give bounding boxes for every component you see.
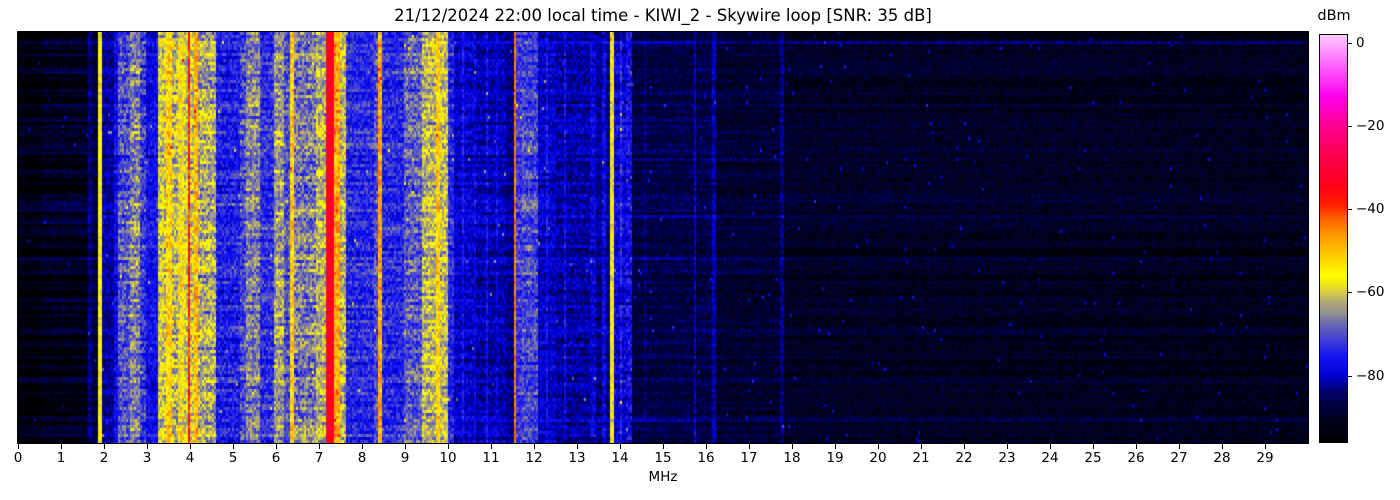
x-tick-label: 6 (271, 450, 281, 466)
waterfall-heatmap-canvas (17, 31, 1309, 444)
x-tick-label: 22 (955, 450, 973, 466)
x-tick-mark (964, 444, 965, 449)
x-tick-mark (749, 444, 750, 449)
x-tick-label: 23 (998, 450, 1016, 466)
x-tick-label: 25 (1084, 450, 1102, 466)
chart-title: 21/12/2024 22:00 local time - KIWI_2 - S… (394, 6, 932, 25)
x-tick-mark (104, 444, 105, 449)
colorbar-tick-label: −40 (1356, 201, 1385, 218)
x-tick-mark (1136, 444, 1137, 449)
x-tick-label: 10 (439, 450, 457, 466)
x-tick-label: 29 (1256, 450, 1274, 466)
x-tick-mark (448, 444, 449, 449)
x-tick-mark (319, 444, 320, 449)
colorbar-tick-label: −20 (1356, 118, 1385, 135)
x-tick-mark (620, 444, 621, 449)
x-tick-mark (491, 444, 492, 449)
x-tick-mark (792, 444, 793, 449)
x-tick-label: 21 (912, 450, 930, 466)
colorbar-unit-label: dBm (1317, 8, 1351, 24)
x-tick-label: 5 (228, 450, 238, 466)
x-tick-label: 24 (1041, 450, 1059, 466)
x-tick-mark (405, 444, 406, 449)
x-tick-label: 12 (525, 450, 543, 466)
x-tick-label: 9 (400, 450, 410, 466)
x-tick-label: 11 (482, 450, 500, 466)
x-tick-label: 0 (13, 450, 23, 466)
colorbar-tick-label: −60 (1356, 284, 1385, 301)
x-tick-label: 3 (142, 450, 152, 466)
colorbar-tick-mark (1347, 126, 1352, 128)
x-tick-label: 1 (56, 450, 66, 466)
x-tick-label: 26 (1127, 450, 1145, 466)
x-axis-label: MHz (648, 469, 678, 485)
x-tick-label: 2 (99, 450, 109, 466)
x-tick-mark (921, 444, 922, 449)
x-tick-mark (233, 444, 234, 449)
x-tick-label: 4 (185, 450, 195, 466)
colorbar-tick-mark (1347, 43, 1352, 45)
x-tick-mark (835, 444, 836, 449)
x-tick-mark (534, 444, 535, 449)
x-tick-mark (1222, 444, 1223, 449)
x-tick-mark (1050, 444, 1051, 449)
x-tick-mark (362, 444, 363, 449)
x-tick-mark (878, 444, 879, 449)
x-tick-mark (190, 444, 191, 449)
x-tick-mark (1179, 444, 1180, 449)
colorbar-tick-label: −80 (1356, 367, 1385, 384)
x-tick-mark (18, 444, 19, 449)
x-tick-mark (1265, 444, 1266, 449)
x-tick-label: 19 (826, 450, 844, 466)
colorbar-tick-mark (1347, 292, 1352, 294)
x-tick-label: 18 (783, 450, 801, 466)
x-tick-label: 17 (740, 450, 758, 466)
x-tick-mark (663, 444, 664, 449)
x-tick-mark (1007, 444, 1008, 449)
x-tick-mark (706, 444, 707, 449)
x-tick-label: 7 (314, 450, 324, 466)
x-tick-label: 8 (357, 450, 367, 466)
colorbar-tick-mark (1347, 375, 1352, 377)
x-tick-label: 28 (1213, 450, 1231, 466)
x-tick-mark (577, 444, 578, 449)
x-tick-label: 14 (611, 450, 629, 466)
x-tick-label: 13 (568, 450, 586, 466)
x-tick-mark (147, 444, 148, 449)
x-tick-label: 16 (697, 450, 715, 466)
colorbar-tick-mark (1347, 209, 1352, 211)
colorbar-tick-label: 0 (1356, 35, 1365, 52)
x-tick-label: 27 (1170, 450, 1188, 466)
x-tick-mark (1093, 444, 1094, 449)
x-tick-mark (276, 444, 277, 449)
spectrogram-figure: 21/12/2024 22:00 local time - KIWI_2 - S… (0, 0, 1400, 500)
x-tick-mark (61, 444, 62, 449)
colorbar-gradient (1319, 34, 1348, 443)
x-tick-label: 20 (869, 450, 887, 466)
x-tick-label: 15 (654, 450, 672, 466)
